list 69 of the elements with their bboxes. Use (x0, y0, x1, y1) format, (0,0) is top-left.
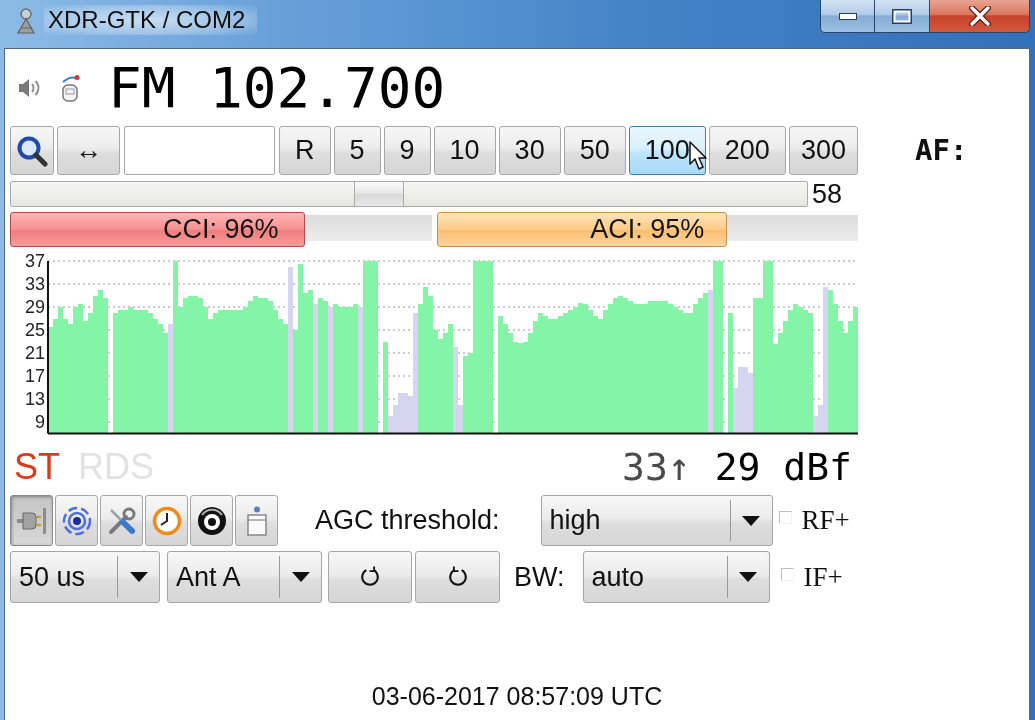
axis-label: 29 (24, 297, 45, 317)
antenna-dropdown[interactable]: Ant A (167, 551, 322, 603)
af-label: AF: (915, 136, 968, 165)
minimize-button[interactable] (820, 0, 875, 33)
axis-label: 37 (24, 253, 45, 271)
clock-icon (151, 505, 182, 536)
axis-label: 33 (24, 274, 45, 294)
search-button[interactable] (10, 126, 54, 175)
peak-reading: 33↑ (622, 448, 691, 486)
preset-button[interactable]: 10 (433, 126, 496, 175)
rotate-button[interactable] (415, 551, 500, 603)
slider-reading: 58 (812, 181, 843, 207)
tool-button[interactable] (55, 495, 98, 546)
preset-button[interactable]: 100 (628, 126, 706, 175)
mouse-pointer-icon (688, 141, 709, 171)
agc-dropdown[interactable]: high (540, 495, 773, 546)
circular-arrow-icon (359, 566, 381, 588)
preset-button[interactable]: 200 (708, 126, 786, 175)
caret-icon (291, 572, 310, 582)
close-button[interactable] (930, 0, 1030, 33)
window-title: XDR-GTK / COM2 (44, 5, 258, 35)
checkbox-label: RF+ (801, 507, 850, 534)
cci-label: CCI: 96% (163, 213, 279, 246)
disc-icon (196, 505, 227, 536)
device-icon (60, 73, 80, 102)
tool-button[interactable] (190, 495, 233, 546)
circular-arrow-icon (446, 566, 469, 588)
plug-icon (16, 507, 47, 534)
axis-label: 21 (24, 343, 45, 363)
timestamp: 03-06-2017 08:57:09 UTC (371, 682, 663, 711)
axis-label: 17 (24, 366, 45, 386)
signal-waves-icon (61, 505, 92, 536)
speaker-icon (18, 76, 42, 99)
window-icon (246, 505, 267, 536)
tower-icon (14, 8, 38, 34)
search-icon (16, 134, 48, 167)
slider-track[interactable] (10, 181, 808, 207)
axis-label: 13 (24, 389, 45, 409)
aci-label: ACI: 95% (590, 213, 705, 246)
double-arrow-button[interactable]: ↔ (57, 126, 120, 175)
preset-button[interactable]: 300 (788, 126, 858, 175)
slider-thumb[interactable] (354, 181, 405, 207)
signal-strength: 29 dBf (714, 448, 852, 486)
agc-label: AGC threshold: (315, 507, 500, 534)
close-icon (968, 6, 991, 26)
maximize-icon (892, 8, 912, 24)
minimize-icon (838, 12, 857, 20)
preset-button[interactable]: 30 (498, 126, 561, 175)
frequency-display: FM 102.700 (108, 59, 446, 116)
preset-button[interactable]: 50 (563, 126, 626, 175)
tools-icon (106, 505, 137, 536)
rotate-button[interactable] (328, 551, 412, 603)
bandwidth-label: BW: (514, 563, 565, 591)
checkbox[interactable] (778, 511, 792, 524)
axis-label: 25 (24, 320, 45, 340)
status-indicator: ST (14, 449, 60, 485)
preset-button[interactable]: R (279, 126, 331, 175)
checkbox-label: IF+ (803, 563, 843, 591)
deemphasis-dropdown[interactable]: 50 us (10, 551, 160, 603)
preset-button[interactable]: 9 (383, 126, 431, 175)
caret-icon (742, 515, 761, 526)
maximize-button[interactable] (875, 0, 930, 33)
caret-icon (739, 572, 757, 582)
preset-button[interactable]: 5 (333, 126, 381, 175)
bandwidth-dropdown[interactable]: auto (582, 551, 770, 603)
axis-label: 9 (35, 412, 45, 432)
caret-icon (129, 572, 148, 582)
checkbox[interactable] (780, 567, 794, 581)
frequency-input[interactable] (124, 126, 275, 175)
